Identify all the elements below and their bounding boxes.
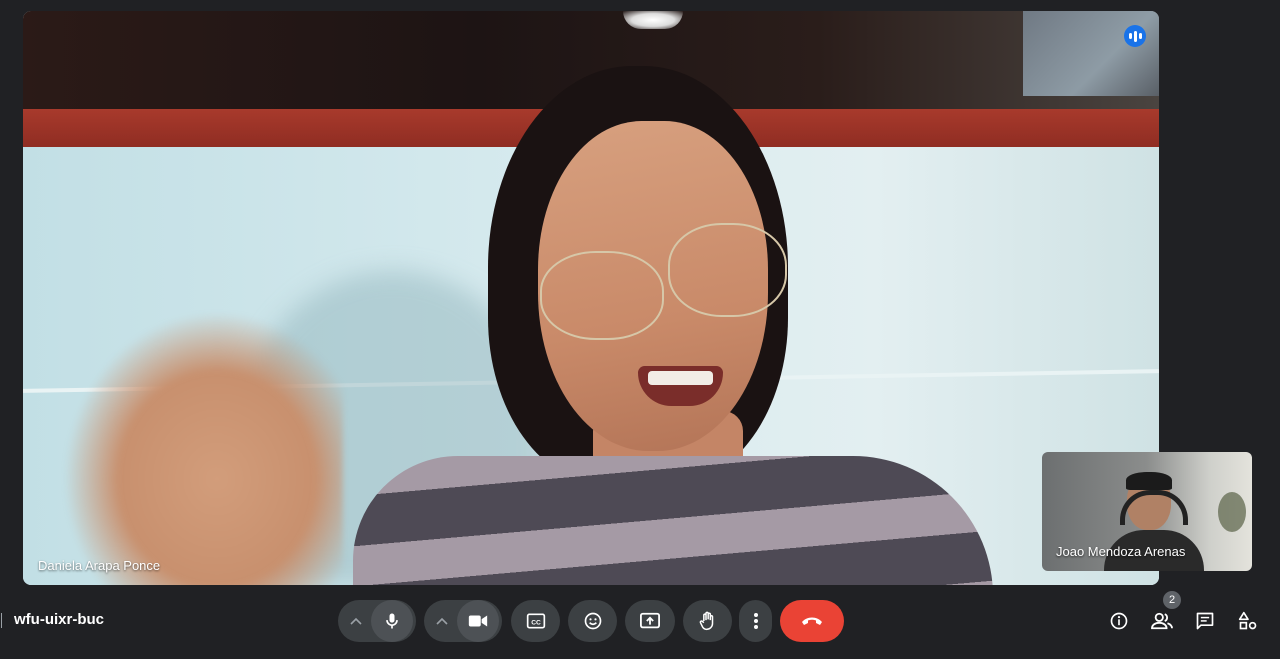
divider (1, 613, 2, 628)
chat-button[interactable] (1190, 606, 1220, 636)
info-icon (1110, 612, 1128, 630)
present-screen-button[interactable] (625, 600, 675, 642)
participant-video (648, 371, 713, 385)
microphone-icon (386, 613, 398, 629)
activities-button[interactable] (1233, 606, 1263, 636)
more-vertical-icon (753, 613, 758, 629)
speaking-indicator-icon (1124, 25, 1146, 47)
video-camera-icon (468, 615, 488, 627)
self-participant-name: Joao Mendoza Arenas (1056, 544, 1186, 559)
reactions-button[interactable] (568, 600, 617, 642)
chevron-up-icon (350, 617, 362, 625)
microphone-button[interactable] (371, 600, 413, 642)
people-icon (1151, 612, 1173, 630)
end-call-icon (802, 617, 822, 625)
camera-control (424, 600, 502, 642)
svg-text:CC: CC (531, 619, 541, 626)
chevron-up-icon (436, 617, 448, 625)
closed-captions-icon: CC (526, 613, 545, 629)
captions-button[interactable]: CC (511, 600, 560, 642)
audio-options-button[interactable] (341, 600, 371, 642)
meeting-code: wfu-uixr-buc (14, 611, 104, 628)
participant-video (1126, 472, 1172, 490)
self-view-tile[interactable]: Joao Mendoza Arenas (1042, 452, 1252, 571)
video-background (623, 11, 683, 29)
people-button[interactable] (1147, 606, 1177, 636)
video-options-button[interactable] (427, 600, 457, 642)
raise-hand-button[interactable] (683, 600, 732, 642)
present-screen-icon (640, 612, 660, 629)
raise-hand-icon (699, 611, 713, 631)
microphone-control (338, 600, 416, 642)
video-background (1218, 492, 1246, 532)
participant-video (353, 456, 993, 585)
participant-video (63, 311, 343, 585)
participant-video (540, 251, 664, 340)
end-call-button[interactable] (780, 600, 844, 642)
main-participant-name: Daniela Arapa Ponce (38, 558, 161, 573)
main-video-tile[interactable]: Daniela Arapa Ponce (23, 11, 1159, 585)
participant-count-badge: 2 (1163, 591, 1181, 609)
camera-button[interactable] (457, 600, 499, 642)
chat-icon (1196, 612, 1214, 630)
more-options-button[interactable] (739, 600, 772, 642)
video-background (1023, 11, 1159, 96)
emoji-icon (584, 612, 601, 630)
activities-icon (1238, 611, 1257, 630)
meeting-details-button[interactable] (1104, 606, 1134, 636)
participant-video (668, 223, 787, 317)
